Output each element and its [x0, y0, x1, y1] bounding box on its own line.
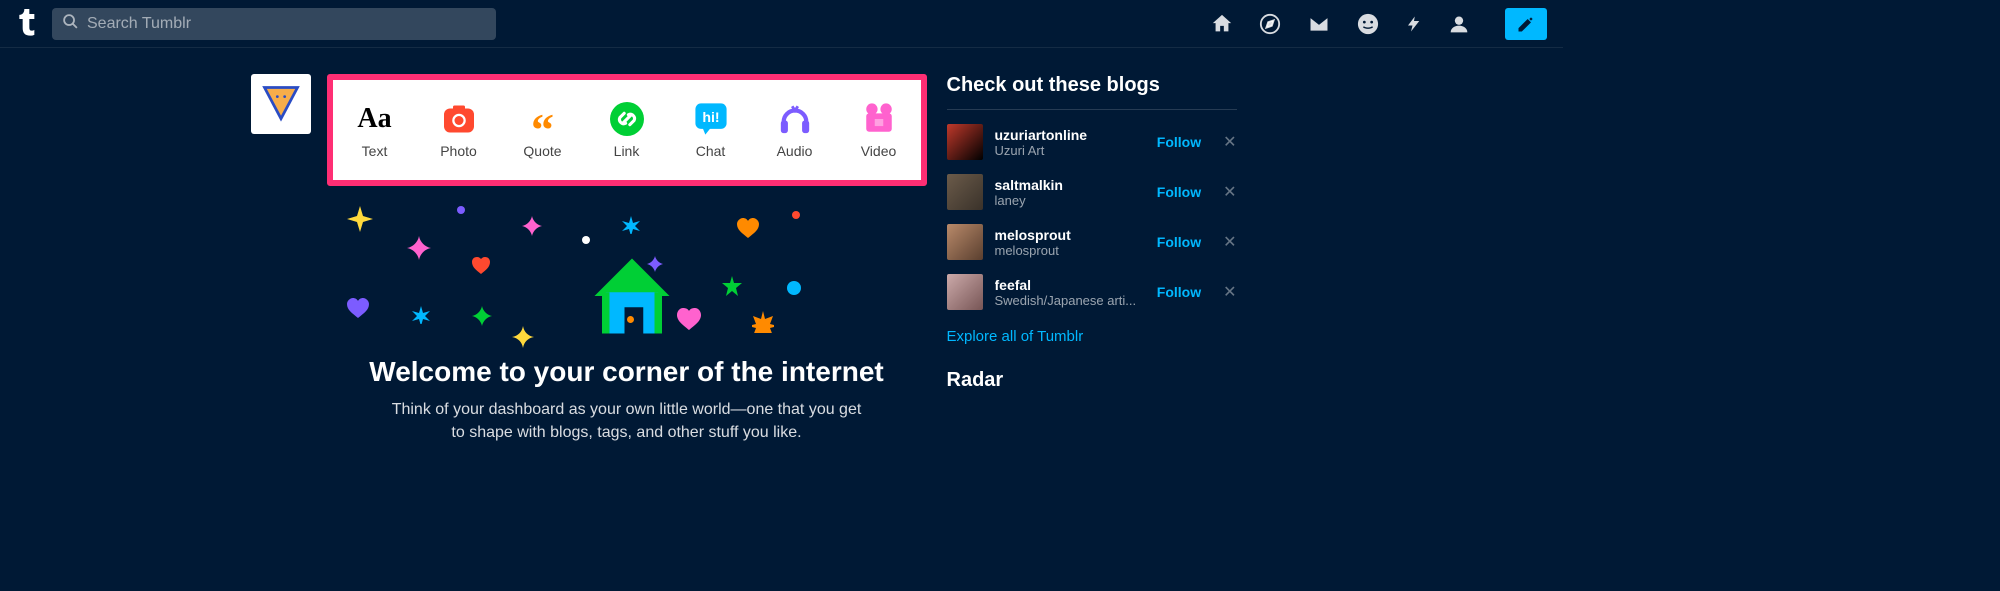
blog-suggestion: feefal Swedish/Japanese arti... Follow ✕: [947, 274, 1237, 310]
search-bar[interactable]: [52, 8, 496, 40]
blog-suggestion: saltmalkin laney Follow ✕: [947, 174, 1237, 210]
radar-title: Radar: [947, 369, 1237, 392]
top-nav-bar: [0, 0, 1563, 48]
blog-subtitle: laney: [995, 193, 1145, 208]
audio-icon: [776, 101, 814, 137]
chat-icon: hi!: [694, 101, 728, 137]
account-icon[interactable]: [1449, 13, 1469, 35]
follow-button[interactable]: Follow: [1157, 284, 1201, 300]
search-icon: [62, 13, 79, 35]
blog-avatar[interactable]: [947, 224, 983, 260]
blog-name[interactable]: saltmalkin: [995, 177, 1145, 193]
blog-subtitle: Swedish/Japanese arti...: [995, 293, 1145, 308]
dismiss-icon[interactable]: ✕: [1223, 132, 1236, 152]
blog-avatar[interactable]: [947, 174, 983, 210]
home-icon[interactable]: [1211, 13, 1233, 35]
compose-audio[interactable]: Audio: [759, 101, 831, 159]
activity-icon[interactable]: [1405, 13, 1423, 35]
compose-quote[interactable]: “ Quote: [507, 101, 579, 159]
dismiss-icon[interactable]: ✕: [1223, 282, 1236, 302]
photo-icon: [441, 101, 477, 137]
dismiss-icon[interactable]: ✕: [1223, 182, 1236, 202]
nav-icons-group: [1211, 8, 1547, 40]
blog-subtitle: Uzuri Art: [995, 143, 1145, 158]
compose-chat[interactable]: hi! Chat: [675, 101, 747, 159]
inbox-icon[interactable]: [1307, 13, 1331, 35]
blog-avatar[interactable]: [947, 274, 983, 310]
checkout-blogs-title: Check out these blogs: [947, 74, 1237, 110]
blog-suggestion: uzuriartonline Uzuri Art Follow ✕: [947, 124, 1237, 160]
hero-text: Welcome to your corner of the internet T…: [327, 356, 927, 444]
blog-avatar[interactable]: [947, 124, 983, 160]
hero-subtitle: Think of your dashboard as your own litt…: [387, 398, 867, 444]
follow-button[interactable]: Follow: [1157, 134, 1201, 150]
search-input[interactable]: [87, 15, 486, 33]
svg-text:hi!: hi!: [702, 110, 719, 126]
blog-name[interactable]: melosprout: [995, 227, 1145, 243]
blog-name[interactable]: feefal: [995, 277, 1145, 293]
compose-photo[interactable]: Photo: [423, 101, 495, 159]
compose-label: Link: [614, 143, 640, 159]
tumblr-logo[interactable]: [16, 8, 38, 40]
text-icon: Aa: [357, 101, 391, 137]
hero-title: Welcome to your corner of the internet: [327, 356, 927, 388]
explore-all-link[interactable]: Explore all of Tumblr: [947, 328, 1237, 345]
compose-label: Chat: [696, 143, 726, 159]
compose-label: Video: [861, 143, 897, 159]
dismiss-icon[interactable]: ✕: [1223, 232, 1236, 252]
follow-button[interactable]: Follow: [1157, 234, 1201, 250]
blog-name[interactable]: uzuriartonline: [995, 127, 1145, 143]
explore-icon[interactable]: [1259, 13, 1281, 35]
link-icon: [610, 101, 644, 137]
compose-video[interactable]: Video: [843, 101, 915, 159]
follow-button[interactable]: Follow: [1157, 184, 1201, 200]
user-avatar[interactable]: [251, 74, 311, 134]
video-icon: [860, 101, 898, 137]
compose-label: Text: [362, 143, 388, 159]
compose-label: Audio: [777, 143, 813, 159]
compose-link[interactable]: Link: [591, 101, 663, 159]
compose-text[interactable]: Aa Text: [339, 101, 411, 159]
hero-illustration: [327, 196, 927, 356]
compose-label: Photo: [440, 143, 477, 159]
compose-post-bar: Aa Text Photo “ Quote Link hi! Chat Aud: [327, 74, 927, 186]
quote-icon: “: [531, 101, 554, 137]
compose-button[interactable]: [1505, 8, 1547, 40]
messaging-icon[interactable]: [1357, 13, 1379, 35]
blog-subtitle: melosprout: [995, 243, 1145, 258]
blog-suggestion: melosprout melosprout Follow ✕: [947, 224, 1237, 260]
